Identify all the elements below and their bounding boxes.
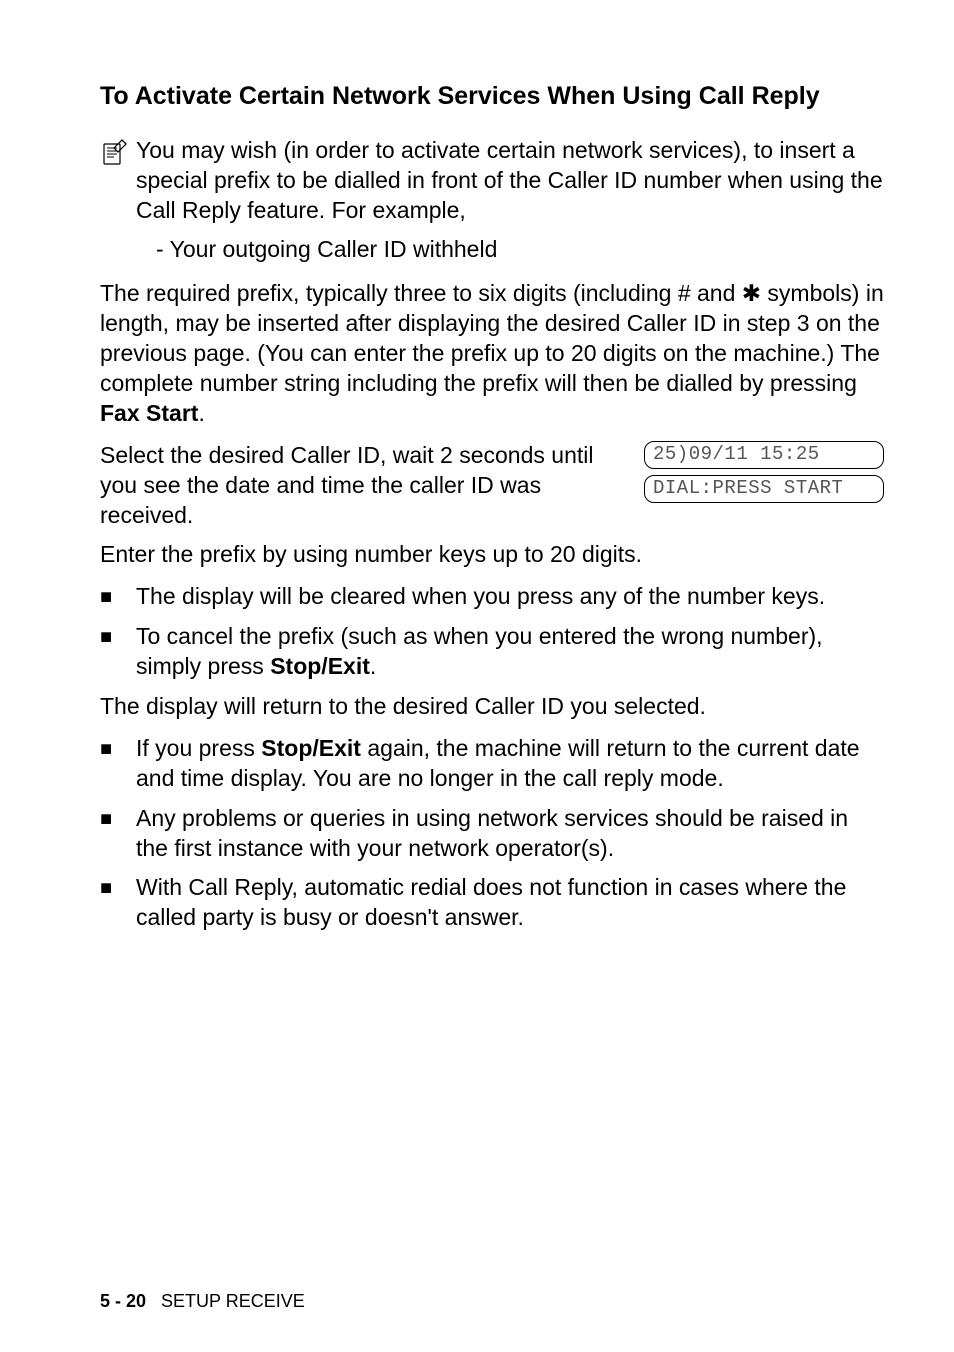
note-text: You may wish (in order to activate certa… — [136, 136, 884, 226]
bullet-text: With Call Reply, automatic redial does n… — [136, 873, 884, 933]
note-block: You may wish (in order to activate certa… — [100, 136, 884, 226]
stop-exit-label-2: Stop/Exit — [261, 735, 361, 761]
list-item: ■ If you press Stop/Exit again, the mach… — [100, 734, 884, 794]
bullet-text: To cancel the prefix (such as when you e… — [136, 622, 884, 682]
fax-start-label: Fax Start — [100, 400, 198, 426]
list1-item2-b: . — [370, 653, 376, 679]
section-heading: To Activate Certain Network Services Whe… — [100, 80, 884, 114]
footer-section-label: SETUP RECEIVE — [161, 1291, 305, 1311]
para1-part-c: . — [198, 400, 204, 426]
para1-part-a: The required prefix, typically three to … — [100, 280, 742, 306]
list1-item2-a: To cancel the prefix (such as when you e… — [136, 623, 823, 679]
bullet-marker: ■ — [100, 734, 136, 762]
bullet-text: Any problems or queries in using network… — [136, 804, 884, 864]
bullet-list-1: ■ The display will be cleared when you p… — [100, 582, 884, 682]
paragraph-display-return: The display will return to the desired C… — [100, 692, 884, 722]
note-sub-line: - Your outgoing Caller ID withheld — [156, 235, 884, 265]
bullet-text: If you press Stop/Exit again, the machin… — [136, 734, 884, 794]
bullet-marker: ■ — [100, 804, 136, 832]
page-footer: 5 - 20 SETUP RECEIVE — [100, 1291, 305, 1312]
lcd-display-1: 25)09/11 15:25 — [644, 441, 884, 469]
list-item: ■ With Call Reply, automatic redial does… — [100, 873, 884, 933]
star-symbol: ✱ — [742, 280, 761, 306]
lcd-row-displays: 25)09/11 15:25 DIAL:PRESS START — [644, 441, 884, 509]
bullet-marker: ■ — [100, 582, 136, 610]
bullet-text: The display will be cleared when you pre… — [136, 582, 884, 612]
lcd-row: Select the desired Caller ID, wait 2 sec… — [100, 441, 884, 531]
footer-page-number: 5 - 20 — [100, 1291, 146, 1311]
paragraph-prefix-info: The required prefix, typically three to … — [100, 279, 884, 428]
list-item: ■ The display will be cleared when you p… — [100, 582, 884, 612]
list-item: ■ To cancel the prefix (such as when you… — [100, 622, 884, 682]
list2-item1-a: If you press — [136, 735, 261, 761]
list-item: ■ Any problems or queries in using netwo… — [100, 804, 884, 864]
note-icon-wrapper — [100, 136, 136, 171]
bullet-marker: ■ — [100, 622, 136, 650]
stop-exit-label-1: Stop/Exit — [270, 653, 370, 679]
lcd-display-2: DIAL:PRESS START — [644, 475, 884, 503]
lcd-row-text: Select the desired Caller ID, wait 2 sec… — [100, 441, 644, 531]
note-icon — [100, 138, 130, 166]
bullet-marker: ■ — [100, 873, 136, 901]
paragraph-enter-prefix: Enter the prefix by using number keys up… — [100, 540, 884, 570]
bullet-list-2: ■ If you press Stop/Exit again, the mach… — [100, 734, 884, 933]
